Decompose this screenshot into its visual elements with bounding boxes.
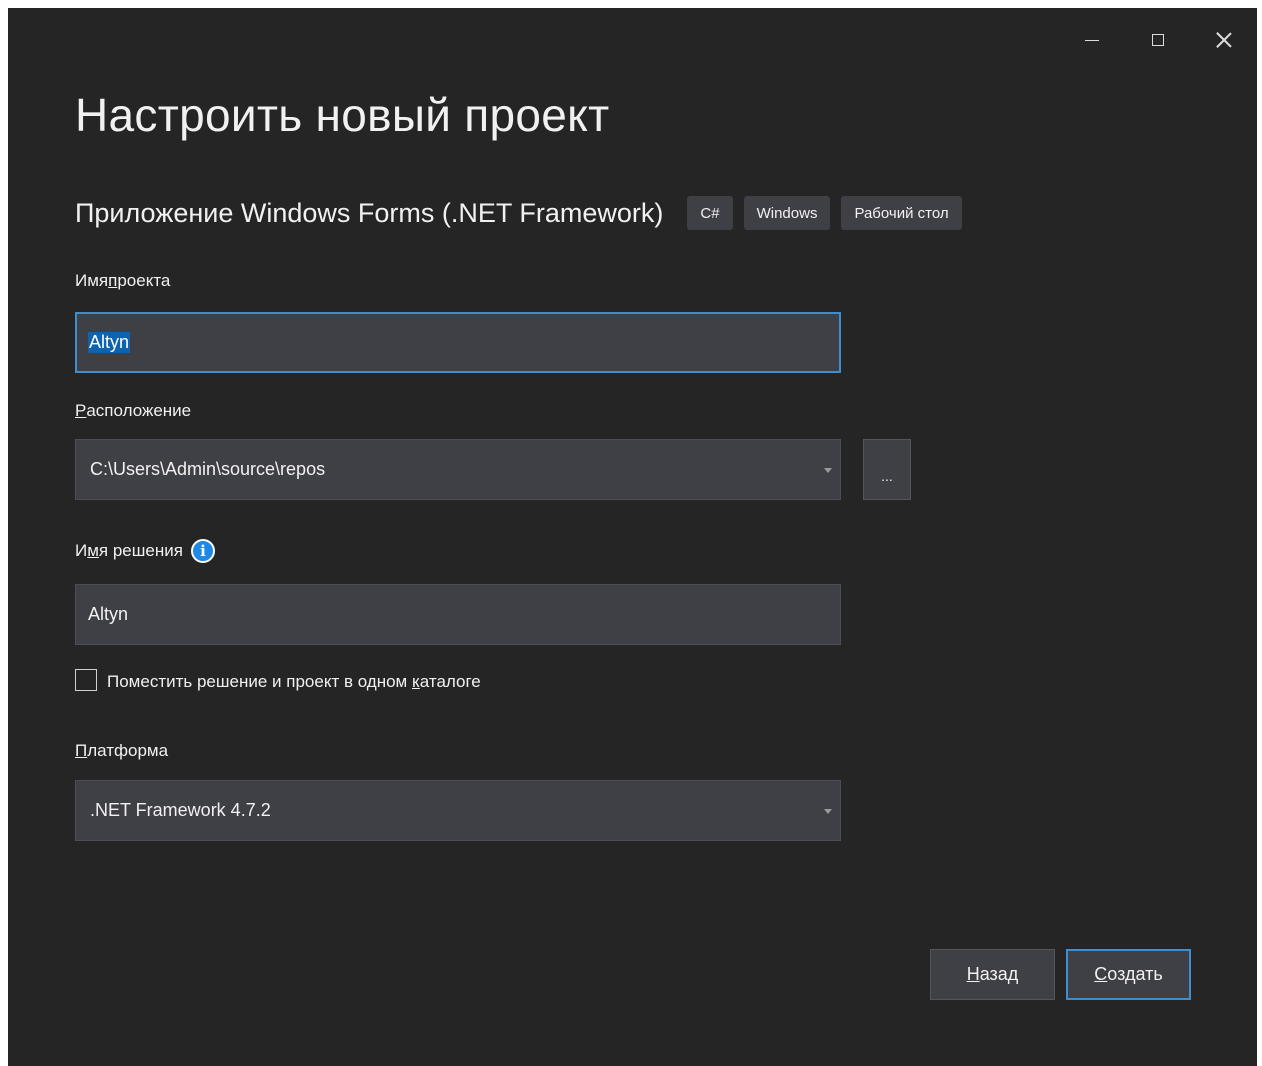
tag-platform: Windows <box>743 196 831 230</box>
browse-button[interactable]: ... <box>863 439 911 500</box>
tag-project-type: Рабочий стол <box>841 196 962 230</box>
project-name-label: Имя п роекта <box>75 271 171 290</box>
template-header: Приложение Windows Forms (.NET Framework… <box>75 196 973 230</box>
template-name: Приложение Windows Forms (.NET Framework… <box>75 197 664 228</box>
minimize-button[interactable] <box>1074 22 1110 58</box>
access-key: м <box>87 541 99 560</box>
maximize-button[interactable] <box>1140 22 1176 58</box>
access-key: П <box>75 741 88 760</box>
dropdown-arrow-icon[interactable] <box>824 808 832 814</box>
page-title: Настроить новый проект <box>75 89 610 141</box>
access-key: к <box>411 672 420 691</box>
dropdown-arrow-icon[interactable] <box>824 467 832 473</box>
project-name-value: Altyn <box>88 332 131 353</box>
platform-value: .NET Framework 4.7.2 <box>90 800 271 820</box>
close-icon <box>1216 32 1232 48</box>
solution-name-input[interactable]: Altyn <box>75 584 841 645</box>
close-button[interactable] <box>1206 22 1242 58</box>
location-label: Расположение <box>75 401 192 420</box>
solution-name-value: Altyn <box>88 604 129 624</box>
maximize-icon <box>1152 34 1164 46</box>
location-combobox[interactable]: C:\Users\Admin\source\repos <box>75 439 841 500</box>
minimize-icon <box>1085 39 1099 41</box>
create-button[interactable]: Создать <box>1066 949 1191 1000</box>
access-key: Р <box>75 401 87 420</box>
same-directory-checkbox[interactable] <box>75 669 97 691</box>
back-button[interactable]: Назад <box>930 949 1055 1000</box>
location-value: C:\Users\Admin\source\repos <box>90 459 326 479</box>
platform-label: Платформа <box>75 741 169 760</box>
access-key: п <box>108 271 118 290</box>
tag-language: C# <box>687 196 733 230</box>
dialog-window: Настроить новый проект Приложение Window… <box>8 8 1257 1066</box>
solution-name-label: Имя решения i <box>75 539 215 563</box>
project-name-input[interactable]: Altyn <box>75 312 841 373</box>
info-icon[interactable]: i <box>190 539 215 563</box>
same-directory-label[interactable]: Поместить решение и проект в одном катал… <box>107 672 481 692</box>
same-directory-option[interactable]: Поместить решение и проект в одном катал… <box>75 668 481 692</box>
platform-combobox[interactable]: .NET Framework 4.7.2 <box>75 780 841 841</box>
